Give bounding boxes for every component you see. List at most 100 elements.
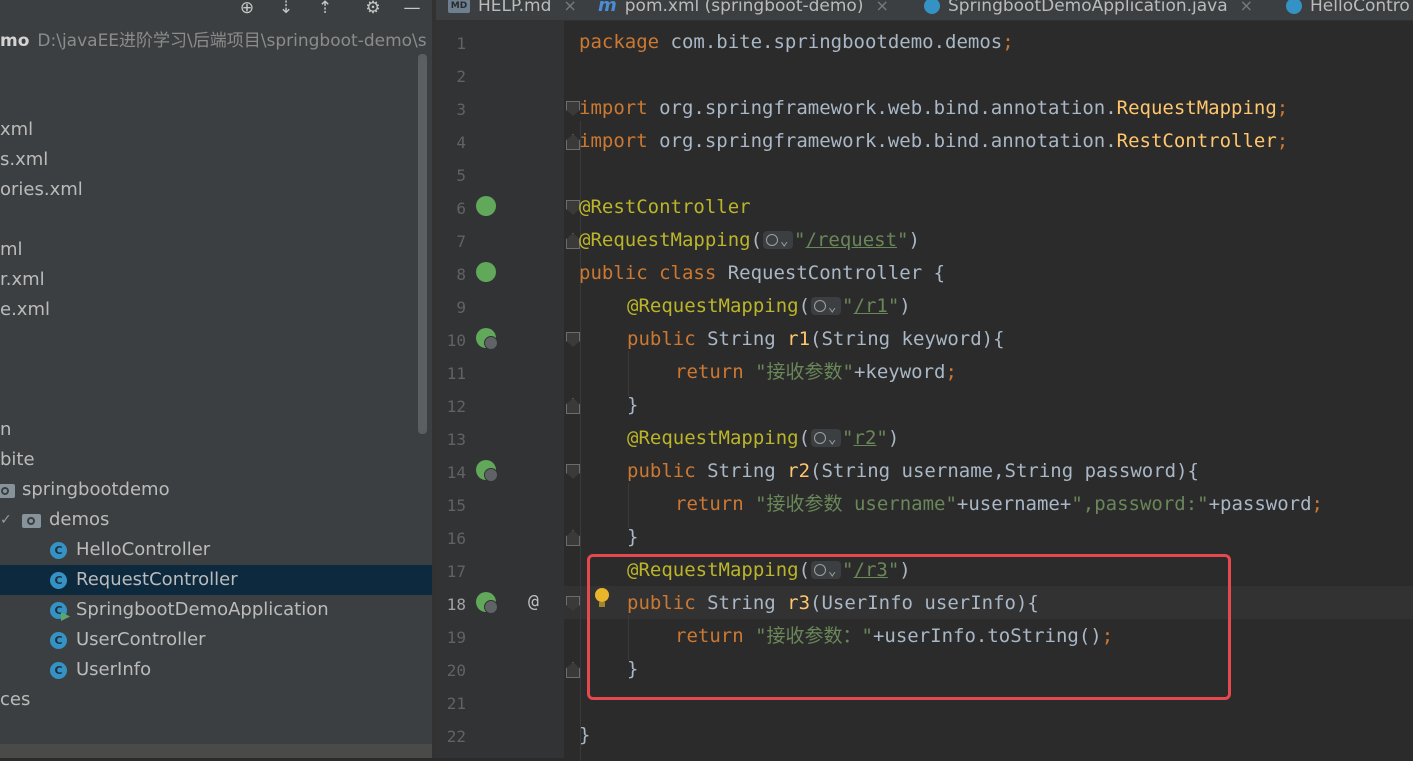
code-line-4[interactable]: import org.springframework.web.bind.anno… [579, 125, 1288, 158]
code-line-10[interactable]: public String r1(String keyword){ [627, 323, 1005, 356]
globe-icon[interactable] [811, 291, 842, 324]
close-icon[interactable]: × [875, 0, 888, 15]
code-line-1[interactable]: package com.bite.springbootdemo.demos; [579, 26, 1014, 59]
token: RestController [1116, 130, 1277, 152]
token: +password [1208, 493, 1312, 515]
request-mapping-icon[interactable] [476, 328, 498, 350]
fold-icon[interactable] [566, 332, 580, 347]
token: } [627, 394, 639, 416]
spring-bean-icon[interactable] [476, 196, 496, 216]
url-token[interactable]: /r1 [854, 295, 888, 317]
request-mapping-icon[interactable] [476, 460, 498, 482]
tab-label: SpringbootDemoApplication.java [948, 0, 1228, 16]
gear-icon[interactable]: ⚙ [362, 0, 384, 18]
tree-item-xml[interactable]: s.xml [0, 145, 432, 175]
fold-icon[interactable] [566, 233, 580, 249]
tree-item-label: demos [49, 509, 110, 530]
tree-item-package-springbootdemo[interactable]: springbootdemo [0, 475, 432, 505]
line-number: 2 [456, 67, 466, 86]
line-number: 19 [446, 628, 466, 647]
token: String [695, 328, 788, 350]
token: @RequestMapping [579, 229, 751, 251]
fold-icon[interactable] [566, 398, 580, 414]
code-line-22[interactable]: } [579, 719, 590, 752]
tree-item-xml[interactable]: xml [0, 115, 432, 145]
tab-help-md[interactable]: MD HELP.md × [448, 0, 577, 18]
chevron-down-icon[interactable]: ✓ [0, 505, 12, 535]
code-line-14[interactable]: public String r2(String username,String … [627, 455, 1199, 488]
tree-item-usercontroller[interactable]: C UserController [0, 625, 432, 655]
token: ; [945, 361, 957, 383]
hide-icon[interactable]: — [401, 0, 423, 18]
project-panel-bottom-bar [0, 744, 432, 758]
token: return [675, 493, 744, 515]
code-line-15[interactable]: return "接收参数 username"+username+",passwo… [675, 488, 1323, 521]
tab-pom-xml[interactable]: m pom.xml (springboot-demo) × [598, 0, 889, 18]
tree-item-package-demos[interactable]: ✓ demos [0, 505, 432, 535]
tree-item-label: n [0, 419, 12, 440]
line-number: 13 [446, 430, 466, 449]
line-number: 5 [456, 166, 466, 185]
token: " [887, 295, 900, 317]
tree-item-xml[interactable]: r.xml [0, 265, 432, 295]
fold-icon[interactable] [566, 134, 580, 150]
fold-icon[interactable] [566, 530, 580, 546]
tree-item-xml[interactable]: ml [0, 235, 432, 265]
line-number: 21 [446, 694, 466, 713]
locate-icon[interactable]: ⊕ [236, 0, 258, 18]
fold-icon[interactable] [566, 662, 580, 678]
line-number: 6 [456, 199, 466, 218]
token: +username+ [956, 493, 1072, 515]
code-line-11[interactable]: return "接收参数"+keyword; [675, 356, 957, 389]
code-line-6[interactable]: @RestController [579, 191, 751, 224]
request-mapping-icon[interactable] [476, 592, 498, 614]
fold-icon[interactable] [566, 200, 580, 215]
tree-item-requestcontroller[interactable]: C RequestController [0, 565, 432, 595]
code-line-12[interactable]: } [627, 389, 638, 422]
close-icon[interactable]: × [1240, 0, 1253, 15]
code-line-9[interactable]: @RequestMapping("/r1") [627, 290, 911, 324]
url-token[interactable]: /request [806, 229, 898, 251]
fold-icon[interactable] [566, 464, 580, 479]
globe-icon[interactable] [763, 225, 794, 258]
spring-bean-icon[interactable] [476, 262, 496, 282]
collapse-all-icon[interactable]: ⇡ [314, 0, 336, 18]
tree-item-label: r.xml [0, 269, 45, 290]
token: ) [899, 295, 911, 317]
fold-icon[interactable] [566, 101, 580, 116]
code-line-3[interactable]: import org.springframework.web.bind.anno… [579, 92, 1288, 125]
line-number: 8 [456, 265, 466, 284]
tree-item-xml[interactable]: ories.xml [0, 175, 432, 205]
token: @RequestMapping [627, 295, 799, 317]
code-line-8[interactable]: public class RequestController { [579, 257, 945, 290]
line-number: 11 [446, 364, 466, 383]
tree-item-package-bite[interactable]: bite [0, 445, 432, 475]
at-sign-marker[interactable]: @ [528, 591, 539, 612]
code-line-16[interactable]: } [627, 521, 638, 554]
tree-item-label: HelloController [76, 539, 211, 560]
globe-icon[interactable] [811, 423, 842, 456]
token: public class [579, 262, 717, 284]
token: } [627, 526, 639, 548]
expand-all-icon[interactable]: ⇣ [275, 0, 297, 18]
tree-item-label: bite [0, 449, 35, 470]
project-root-row[interactable]: mo D:\javaEE进阶学习\后端项目\springboot-demo\s [0, 29, 427, 53]
tree-item-hellocontroller[interactable]: C HelloController [0, 535, 432, 565]
tree-item-label: springbootdemo [22, 479, 170, 500]
url-token[interactable]: r2 [854, 427, 877, 449]
tree-item-folder[interactable]: n [0, 415, 432, 445]
tab-springbootdemoapplication[interactable]: SpringbootDemoApplication.java × [924, 0, 1253, 18]
project-scrollbar[interactable] [418, 54, 427, 434]
tree-item-xml[interactable]: e.xml [0, 295, 432, 325]
tree-item-springbootdemoapplication[interactable]: C SpringbootDemoApplication [0, 595, 432, 625]
code-line-13[interactable]: @RequestMapping("r2") [627, 422, 899, 456]
close-icon[interactable]: × [563, 0, 576, 15]
code-line-7[interactable]: @RequestMapping("/request") [579, 224, 920, 258]
tab-hellocontroller[interactable]: HelloContro [1286, 0, 1410, 18]
token: ; [1276, 130, 1289, 152]
editor-gutter [436, 21, 564, 758]
java-class-icon: C [50, 542, 67, 559]
tree-item-resources[interactable]: ces [0, 685, 432, 715]
token: r2 [787, 460, 811, 482]
tree-item-userinfo[interactable]: C UserInfo [0, 655, 432, 685]
